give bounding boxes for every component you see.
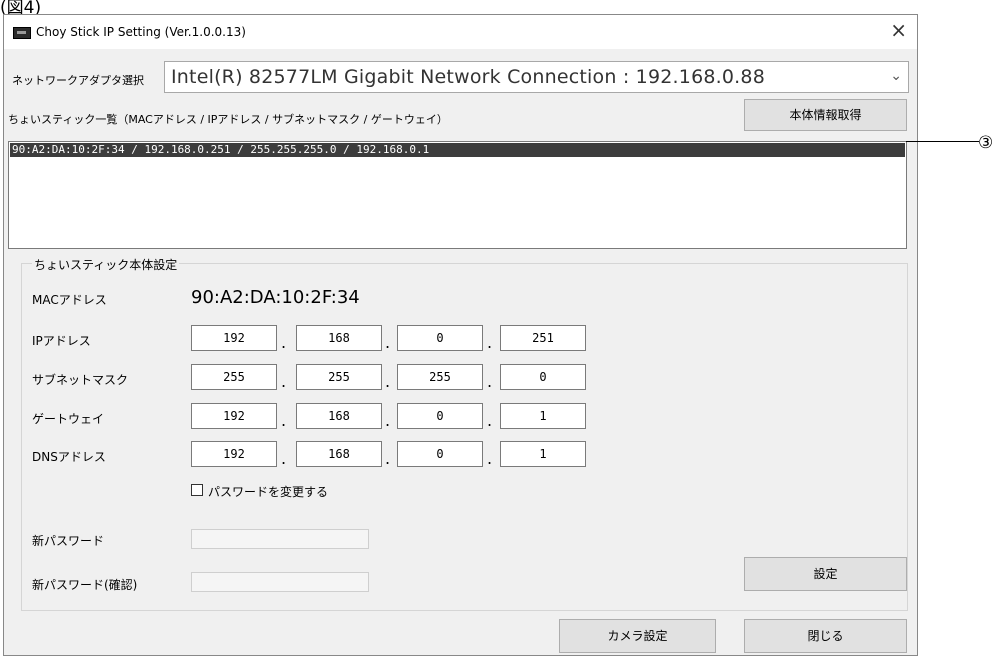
subnet-octet-1[interactable]: 255: [191, 364, 277, 390]
settings-group-title: ちょいスティック本体設定: [32, 256, 180, 273]
dns-octet-2[interactable]: 168: [296, 441, 382, 467]
chevron-down-icon[interactable]: ⌄: [890, 68, 902, 84]
new-password-confirm-label: 新パスワード(確認): [32, 578, 138, 592]
close-button[interactable]: 閉じる: [744, 619, 907, 653]
ip-dot-3: .: [487, 333, 493, 352]
dns-octet-3[interactable]: 0: [397, 441, 483, 467]
device-list-label: ちょいスティック一覧（MACアドレス / IPアドレス / サブネットマスク /…: [8, 113, 448, 126]
ip-dot-1: .: [281, 333, 287, 352]
ip-dot-2: .: [385, 333, 391, 352]
gateway-label: ゲートウェイ: [32, 412, 105, 426]
close-icon[interactable]: ×: [890, 19, 907, 41]
new-password-label: 新パスワード: [32, 534, 105, 548]
get-device-info-button[interactable]: 本体情報取得: [744, 99, 907, 131]
subnet-dot-3: .: [487, 372, 493, 391]
list-item[interactable]: 90:A2:DA:10:2F:34 / 192.168.0.251 / 255.…: [10, 143, 905, 157]
adapter-select[interactable]: Intel(R) 82577LM Gigabit Network Connect…: [164, 61, 909, 93]
camera-settings-button[interactable]: カメラ設定: [559, 619, 716, 653]
callout-number: ③: [978, 133, 993, 153]
ip-label: IPアドレス: [32, 334, 91, 348]
gateway-dot-1: .: [281, 411, 287, 430]
adapter-label: ネットワークアダプタ選択: [12, 74, 144, 87]
title-bar[interactable]: Choy Stick IP Setting (Ver.1.0.0.13) ×: [4, 15, 917, 49]
dns-dot-2: .: [385, 449, 391, 468]
mac-label: MACアドレス: [32, 293, 107, 307]
app-window: Choy Stick IP Setting (Ver.1.0.0.13) × ネ…: [3, 14, 918, 656]
gateway-octet-2[interactable]: 168: [296, 403, 382, 429]
subnet-octet-2[interactable]: 255: [296, 364, 382, 390]
adapter-selected-value: Intel(R) 82577LM Gigabit Network Connect…: [171, 66, 765, 88]
gateway-dot-2: .: [385, 411, 391, 430]
new-password-input[interactable]: [191, 529, 369, 549]
subnet-octet-3[interactable]: 255: [397, 364, 483, 390]
mac-value: 90:A2:DA:10:2F:34: [191, 287, 360, 308]
ip-octet-2[interactable]: 168: [296, 325, 382, 351]
gateway-octet-1[interactable]: 192: [191, 403, 277, 429]
callout-line: [906, 141, 979, 142]
dns-dot-3: .: [487, 449, 493, 468]
ip-octet-3[interactable]: 0: [397, 325, 483, 351]
device-list[interactable]: 90:A2:DA:10:2F:34 / 192.168.0.251 / 255.…: [8, 141, 907, 249]
apply-settings-button[interactable]: 設定: [744, 557, 907, 591]
ip-octet-4[interactable]: 251: [500, 325, 586, 351]
dns-dot-1: .: [281, 449, 287, 468]
change-password-checkbox[interactable]: [191, 484, 203, 496]
subnet-dot-2: .: [385, 372, 391, 391]
subnet-label: サブネットマスク: [32, 373, 129, 387]
gateway-octet-4[interactable]: 1: [500, 403, 586, 429]
app-icon: [13, 27, 31, 39]
ip-octet-1[interactable]: 192: [191, 325, 277, 351]
dns-octet-4[interactable]: 1: [500, 441, 586, 467]
dns-octet-1[interactable]: 192: [191, 441, 277, 467]
gateway-octet-3[interactable]: 0: [397, 403, 483, 429]
subnet-dot-1: .: [281, 372, 287, 391]
dns-label: DNSアドレス: [32, 450, 106, 464]
new-password-confirm-input[interactable]: [191, 572, 369, 592]
window-title: Choy Stick IP Setting (Ver.1.0.0.13): [36, 25, 246, 39]
subnet-octet-4[interactable]: 0: [500, 364, 586, 390]
gateway-dot-3: .: [487, 411, 493, 430]
change-password-label[interactable]: パスワードを変更する: [208, 483, 328, 500]
